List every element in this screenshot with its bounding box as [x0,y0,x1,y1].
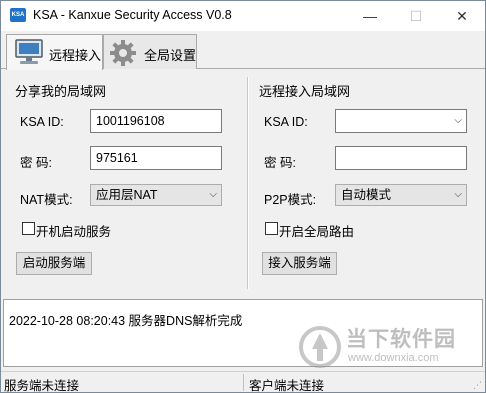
share-section-title: 分享我的局域网 [15,84,107,99]
p2p-mode-value: 自动模式 [341,188,392,202]
maximize-button[interactable]: ☐ [393,1,439,31]
minimize-button[interactable]: — [347,1,393,31]
status-separator [243,374,244,391]
remote-password-label: 密 码: [264,156,296,170]
remote-access-panel: 分享我的局域网 KSA ID: 1001196108 密 码: 975161 N… [6,69,482,295]
nat-mode-value: 应用层NAT [96,188,158,202]
watermark-title: 当下软件园 [346,328,456,351]
nat-mode-label: NAT模式: [20,193,73,207]
remote-ksa-id-combobox[interactable]: ⌵ [335,109,467,133]
client-status: 客户端未连接 [249,379,325,393]
autostart-label: 开机启动服务 [36,225,112,239]
p2p-mode-label: P2P模式: [264,193,317,207]
monitor-icon [15,39,43,64]
watermark-logo-icon [299,326,341,368]
title-bar[interactable]: KSA KSA - Kanxue Security Access V0.8 — … [1,1,485,31]
connect-server-button[interactable]: 接入服务端 [262,252,337,275]
chevron-down-icon: ⌵ [454,189,462,200]
remote-section-title: 远程接入局域网 [259,84,351,99]
share-ksa-id-label: KSA ID: [20,115,64,129]
tab-global-settings-label: 全局设置 [144,48,197,63]
chevron-down-icon: ⌵ [454,115,462,126]
share-password-label: 密 码: [20,156,52,170]
share-password-field[interactable]: 975161 [90,146,222,170]
autostart-checkbox[interactable] [22,222,35,235]
gear-icon [110,40,136,66]
log-line: 2022-10-28 08:20:43 服务器DNS解析完成 [9,314,243,328]
global-route-checkbox[interactable] [265,222,278,235]
share-ksa-id-field[interactable]: 1001196108 [90,109,222,133]
close-button[interactable]: ✕ [439,1,485,31]
remote-ksa-id-label: KSA ID: [264,115,308,129]
watermark-url: www.downxia.com [348,352,439,364]
watermark: 当下软件园 www.downxia.com [298,319,468,379]
start-server-button[interactable]: 启动服务端 [16,252,92,275]
app-logo-icon: KSA [10,8,26,22]
resize-grip-icon[interactable]: ⋰ [473,380,483,390]
tab-strip: 远程接入 全局设置 [1,31,485,70]
status-bar: 服务端未连接 客户端未连接 ⋰ [1,371,485,393]
tab-remote-access-label: 远程接入 [49,48,102,63]
app-window: KSA KSA - Kanxue Security Access V0.8 — … [0,0,486,393]
p2p-mode-select[interactable]: 自动模式 ⌵ [335,184,467,206]
nat-mode-select[interactable]: 应用层NAT ⌵ [90,184,222,206]
section-divider [247,77,249,289]
server-status: 服务端未连接 [4,379,80,393]
remote-password-field[interactable] [335,146,467,170]
chevron-down-icon: ⌵ [209,189,217,200]
window-title: KSA - Kanxue Security Access V0.8 [33,8,232,22]
global-route-label: 开启全局路由 [279,225,355,239]
tab-global-settings[interactable]: 全局设置 [103,34,197,69]
tab-remote-access[interactable]: 远程接入 [6,34,103,70]
